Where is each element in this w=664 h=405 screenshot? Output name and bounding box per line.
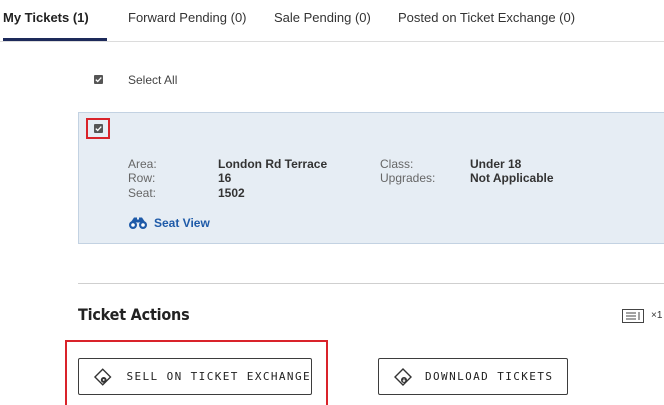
tab-posted-on-ticket-exchange[interactable]: Posted on Ticket Exchange (0) xyxy=(398,0,575,41)
select-all-label: Select All xyxy=(128,73,178,87)
area-value: London Rd Terrace xyxy=(218,157,328,171)
upgrades-value: Not Applicable xyxy=(470,171,554,185)
active-tab-indicator xyxy=(3,38,107,41)
upgrades-label: Upgrades: xyxy=(380,171,436,185)
binoculars-icon xyxy=(129,217,147,229)
checkbox-check-icon xyxy=(95,77,102,83)
ticket-actions-title: Ticket Actions xyxy=(78,305,190,324)
download-tickets-button[interactable]: DOWNLOAD TICKETS xyxy=(378,358,568,395)
tabs-bar: My Tickets (1) Forward Pending (0) Sale … xyxy=(0,0,664,42)
checkbox-check-icon xyxy=(95,126,102,132)
ticket-icon xyxy=(93,367,112,386)
ticket-icon xyxy=(394,367,412,386)
class-value: Under 18 xyxy=(470,157,522,171)
row-value: 16 xyxy=(218,171,232,185)
seat-label: Seat: xyxy=(128,186,157,200)
section-divider xyxy=(78,283,664,284)
seat-view-link[interactable]: Seat View xyxy=(128,215,210,231)
sell-on-ticket-exchange-label: SELL ON TICKET EXCHANGE xyxy=(126,370,311,383)
seat-view-label: Seat View xyxy=(154,216,210,230)
area-label: Area: xyxy=(128,157,157,171)
class-label: Class: xyxy=(380,157,414,171)
download-tickets-label: DOWNLOAD TICKETS xyxy=(425,370,554,383)
tab-sale-pending[interactable]: Sale Pending (0) xyxy=(274,0,371,41)
list-icon[interactable] xyxy=(622,309,644,323)
ticket-checkbox[interactable] xyxy=(94,124,103,133)
seat-value: 1502 xyxy=(218,186,245,200)
row-label: Row: xyxy=(128,171,156,185)
ticket-count: ×1 xyxy=(651,310,663,321)
tab-forward-pending[interactable]: Forward Pending (0) xyxy=(128,0,247,41)
select-all-checkbox[interactable] xyxy=(94,75,103,84)
tab-my-tickets[interactable]: My Tickets (1) xyxy=(3,0,89,41)
sell-on-ticket-exchange-button[interactable]: SELL ON TICKET EXCHANGE xyxy=(78,358,312,395)
